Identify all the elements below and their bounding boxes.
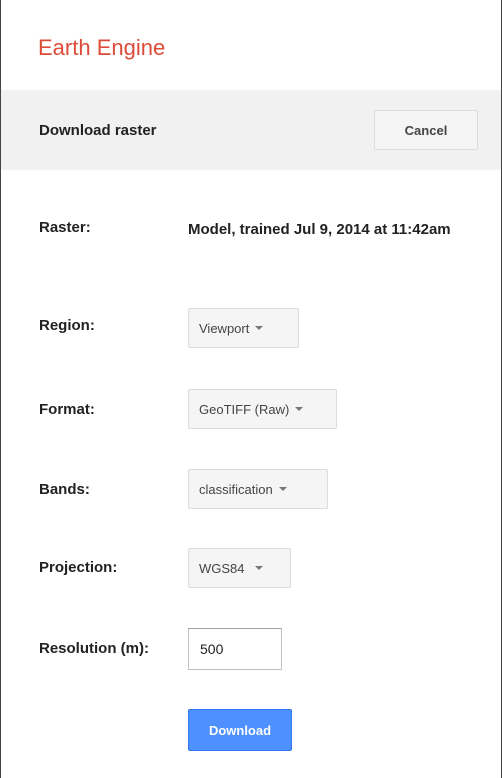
raster-label: Raster:	[39, 219, 91, 236]
region-select[interactable]: Viewport	[188, 308, 299, 348]
dialog-title: Download raster	[39, 122, 157, 139]
bands-select[interactable]: classification	[188, 469, 328, 509]
projection-select[interactable]: WGS84	[188, 548, 291, 588]
format-select-value: GeoTIFF (Raw)	[199, 401, 290, 417]
resolution-label: Resolution (m):	[39, 640, 149, 657]
projection-label: Projection:	[39, 559, 118, 576]
resolution-input[interactable]	[188, 628, 282, 670]
region-label: Region:	[39, 317, 95, 334]
caret-down-icon	[254, 566, 263, 570]
app-title: Earth Engine	[38, 35, 166, 60]
format-select[interactable]: GeoTIFF (Raw)	[188, 389, 337, 429]
caret-down-icon	[255, 326, 264, 330]
download-dialog-panel: Earth Engine Download raster Cancel Rast…	[0, 0, 502, 778]
caret-down-icon	[278, 487, 287, 491]
raster-value: Model, trained Jul 9, 2014 at 11:42am	[188, 221, 451, 238]
bands-select-value: classification	[199, 481, 273, 497]
format-label: Format:	[39, 401, 95, 418]
cancel-button[interactable]: Cancel	[374, 110, 478, 150]
dialog-header: Download raster Cancel	[1, 90, 501, 170]
projection-select-value: WGS84	[199, 560, 245, 576]
bands-label: Bands:	[39, 481, 90, 498]
region-select-value: Viewport	[199, 320, 250, 336]
download-button[interactable]: Download	[188, 709, 292, 751]
caret-down-icon	[295, 407, 304, 411]
